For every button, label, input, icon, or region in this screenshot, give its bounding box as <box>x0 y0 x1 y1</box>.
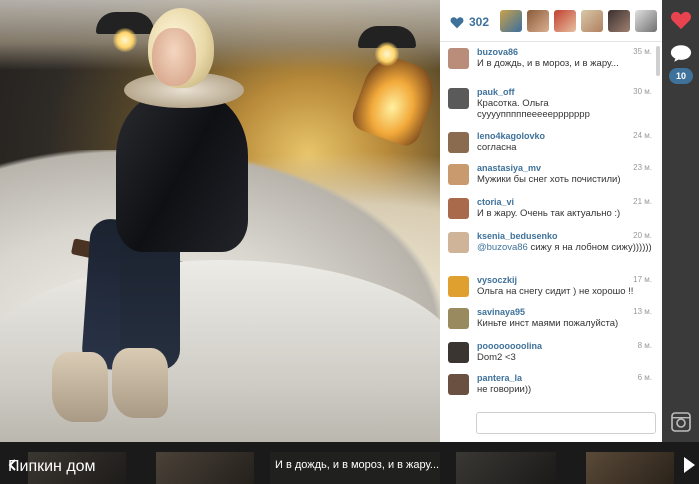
thumbnail[interactable] <box>156 452 254 484</box>
avatar[interactable] <box>448 276 469 297</box>
avatar[interactable] <box>448 198 469 219</box>
comment-username[interactable]: leno4kagolovko <box>477 131 545 141</box>
comment-item: ctoria_vi 21 м. И в жару. Очень так акту… <box>440 196 654 228</box>
comment-time: 17 м. <box>633 275 652 284</box>
comment-item: pantera_la 6 м. не говории)) <box>440 372 654 402</box>
avatar[interactable] <box>448 132 469 153</box>
likes-count: 302 <box>469 15 490 29</box>
comment-time: 20 м. <box>633 231 652 240</box>
main-photo[interactable] <box>0 0 440 442</box>
comments-panel: 302 buzova86 35 м. И в дождь, и в мороз,… <box>440 0 662 442</box>
comment-text: Мужики бы снег хоть почистили) <box>477 174 621 185</box>
likes-summary[interactable]: 302 <box>450 12 489 32</box>
comment-mention[interactable]: @buzova86 <box>477 242 528 253</box>
comment-username[interactable]: savinaya95 <box>477 307 525 317</box>
comment-count-badge: 10 <box>669 68 693 84</box>
action-sidebar: 10 <box>662 0 699 442</box>
strip-caption: И в дождь, и в мороз, и в жару... <box>275 459 440 471</box>
comment-username[interactable]: poooooooolina <box>477 341 542 351</box>
heart-icon <box>450 16 464 28</box>
likes-bar: 302 <box>440 0 662 42</box>
comment-time: 13 м. <box>633 307 652 316</box>
liker-avatar[interactable] <box>527 10 549 32</box>
comment-username[interactable]: vysoczkij <box>477 275 517 285</box>
comment-username[interactable]: anastasiya_mv <box>477 163 541 173</box>
arrow-right-icon[interactable] <box>681 456 697 474</box>
liker-avatar[interactable] <box>635 10 657 32</box>
comment-item: buzova86 35 м. И в дождь, и в мороз, и в… <box>440 46 654 78</box>
comment-text: Dom2 <3 <box>477 352 516 363</box>
comments-scrollbar[interactable] <box>656 46 660 76</box>
comment-item: savinaya95 13 м. Киньте инст маями пожал… <box>440 306 654 338</box>
thumbnail[interactable] <box>586 452 674 484</box>
comment-username[interactable]: ksenia_bedusenko <box>477 231 558 241</box>
comment-text: И в дождь, и в мороз, и в жару... <box>477 58 619 69</box>
liker-avatar[interactable] <box>500 10 522 32</box>
comment-time: 35 м. <box>633 47 652 56</box>
avatar[interactable] <box>448 374 469 395</box>
comment-item: ksenia_bedusenko 20 м. @buzova86 сижу я … <box>440 230 654 270</box>
comment-text: Красотка. Ольга суууупппппеееееррррррр <box>477 98 590 120</box>
comment-text-body: сижу я на лобном сижу)))))) <box>527 242 652 253</box>
avatar[interactable] <box>448 342 469 363</box>
photo-person-boot <box>112 348 168 418</box>
comment-text: Ольга на снегу сидит ) не хорошо !! <box>477 286 634 297</box>
comment-text: И в жару. Очень так актуально :) <box>477 208 621 219</box>
comment-time: 8 м. <box>637 341 652 350</box>
comment-item: vysoczkij 17 м. Ольга на снегу сидит ) н… <box>440 274 654 306</box>
avatar[interactable] <box>448 88 469 109</box>
strip-title: Пипкин дом <box>8 458 96 475</box>
comment-time: 24 м. <box>633 131 652 140</box>
comment-time: 30 м. <box>633 87 652 96</box>
comment-item: pauk_off 30 м. Красотка. Ольга суууупппп… <box>440 86 654 120</box>
avatar[interactable] <box>448 164 469 185</box>
liker-avatar[interactable] <box>581 10 603 32</box>
comment-item: leno4kagolovko 24 м. согласна <box>440 130 654 162</box>
comment-item: poooooooolina 8 м. Dom2 <3 <box>440 340 654 372</box>
thumbnail[interactable] <box>456 452 556 484</box>
comment-username[interactable]: pauk_off <box>477 87 515 97</box>
avatar[interactable] <box>448 232 469 253</box>
photo-lamp-light <box>375 42 399 66</box>
comment-text: @buzova86 сижу я на лобном сижу)))))) <box>477 242 655 253</box>
avatar[interactable] <box>448 308 469 329</box>
comment-item: anastasiya_mv 23 м. Мужики бы снег хоть … <box>440 162 654 194</box>
photo-person-face <box>152 28 196 86</box>
liker-avatar[interactable] <box>608 10 630 32</box>
comment-username[interactable]: pantera_la <box>477 373 522 383</box>
comment-time: 6 м. <box>637 373 652 382</box>
photo-lamp-light <box>113 28 137 52</box>
comment-text: согласна <box>477 142 517 153</box>
comment-icon[interactable] <box>670 44 692 63</box>
comment-username[interactable]: ctoria_vi <box>477 197 514 207</box>
photo-person-jacket <box>116 92 248 252</box>
comment-username[interactable]: buzova86 <box>477 47 518 57</box>
heart-icon[interactable] <box>670 10 692 30</box>
photo-person-boot <box>52 352 108 422</box>
instagram-viewer: 302 buzova86 35 м. И в дождь, и в мороз,… <box>0 0 699 484</box>
comment-time: 23 м. <box>633 163 652 172</box>
camera-icon[interactable] <box>671 412 691 432</box>
comment-time: 21 м. <box>633 197 652 206</box>
comment-input[interactable] <box>476 412 656 434</box>
liker-avatar[interactable] <box>554 10 576 32</box>
avatar[interactable] <box>448 48 469 69</box>
comments-list: buzova86 35 м. И в дождь, и в мороз, и в… <box>440 42 662 402</box>
comment-text: Киньте инст маями пожалуйста) <box>477 318 619 329</box>
comment-text: не говории)) <box>477 384 532 395</box>
